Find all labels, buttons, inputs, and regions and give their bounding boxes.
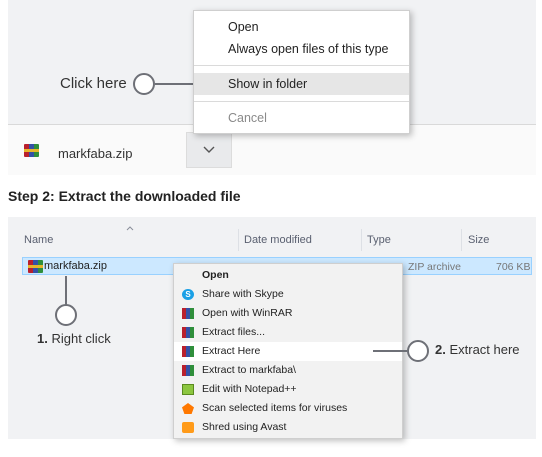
menu-item-open[interactable]: Open: [174, 266, 402, 285]
file-context-menu: Open S Share with Skype Open with WinRAR …: [173, 263, 403, 439]
extract-here-marker: [407, 340, 429, 362]
sort-up-icon: [126, 226, 134, 231]
menu-item-share-skype[interactable]: S Share with Skype: [174, 285, 402, 304]
extract-here-connector: [373, 350, 407, 352]
column-header-date[interactable]: Date modified: [244, 234, 312, 246]
right-click-connector: [65, 276, 67, 306]
column-divider: [461, 229, 462, 251]
menu-item-extract-files[interactable]: Extract files...: [174, 323, 402, 342]
column-header-size[interactable]: Size: [468, 234, 489, 246]
click-here-marker: [133, 73, 155, 95]
chevron-down-icon: [203, 146, 215, 153]
file-type: ZIP archive: [408, 261, 461, 273]
column-divider: [361, 229, 362, 251]
click-here-label: Click here: [60, 75, 127, 92]
menu-item-shred-avast[interactable]: Shred using Avast: [174, 418, 402, 437]
tutorial-page: Click here markfaba.zip Open Always open…: [0, 0, 542, 457]
zip-file-icon: [24, 144, 39, 157]
extract-here-label: 2. Extract here: [435, 342, 520, 357]
menu-item-show-in-folder[interactable]: Show in folder: [194, 73, 409, 95]
file-name[interactable]: markfaba.zip: [44, 260, 107, 272]
notepad-plus-plus-icon: [182, 384, 194, 395]
winrar-icon: [182, 327, 194, 338]
file-size: 706 KB: [496, 261, 531, 273]
menu-separator: [194, 65, 409, 66]
right-click-marker: [55, 304, 77, 326]
menu-item-always-open[interactable]: Always open files of this type: [194, 38, 409, 60]
menu-item-scan-viruses[interactable]: Scan selected items for viruses: [174, 399, 402, 418]
shred-icon: [182, 422, 194, 433]
avast-icon: [182, 403, 194, 414]
menu-item-edit-notepad[interactable]: Edit with Notepad++: [174, 380, 402, 399]
menu-item-open-winrar[interactable]: Open with WinRAR: [174, 304, 402, 323]
winrar-icon: [182, 346, 194, 357]
menu-item-extract-here[interactable]: Extract Here: [174, 342, 402, 361]
step2-heading: Step 2: Extract the downloaded file: [8, 188, 241, 204]
click-here-connector: [155, 83, 194, 85]
zip-file-icon: [28, 260, 43, 273]
right-click-label: 1. Right click: [37, 331, 111, 346]
column-header-name[interactable]: Name: [24, 234, 53, 246]
download-options-button[interactable]: [186, 132, 232, 168]
column-divider: [238, 229, 239, 251]
menu-item-open[interactable]: Open: [194, 16, 409, 38]
menu-item-cancel[interactable]: Cancel: [194, 107, 409, 129]
winrar-icon: [182, 308, 194, 319]
download-context-menu: Open Always open files of this type Show…: [193, 10, 410, 134]
download-filename[interactable]: markfaba.zip: [58, 146, 132, 161]
column-header-type[interactable]: Type: [367, 234, 391, 246]
menu-item-extract-to[interactable]: Extract to markfaba\: [174, 361, 402, 380]
skype-icon: S: [182, 289, 194, 300]
winrar-icon: [182, 365, 194, 376]
menu-separator: [194, 101, 409, 102]
